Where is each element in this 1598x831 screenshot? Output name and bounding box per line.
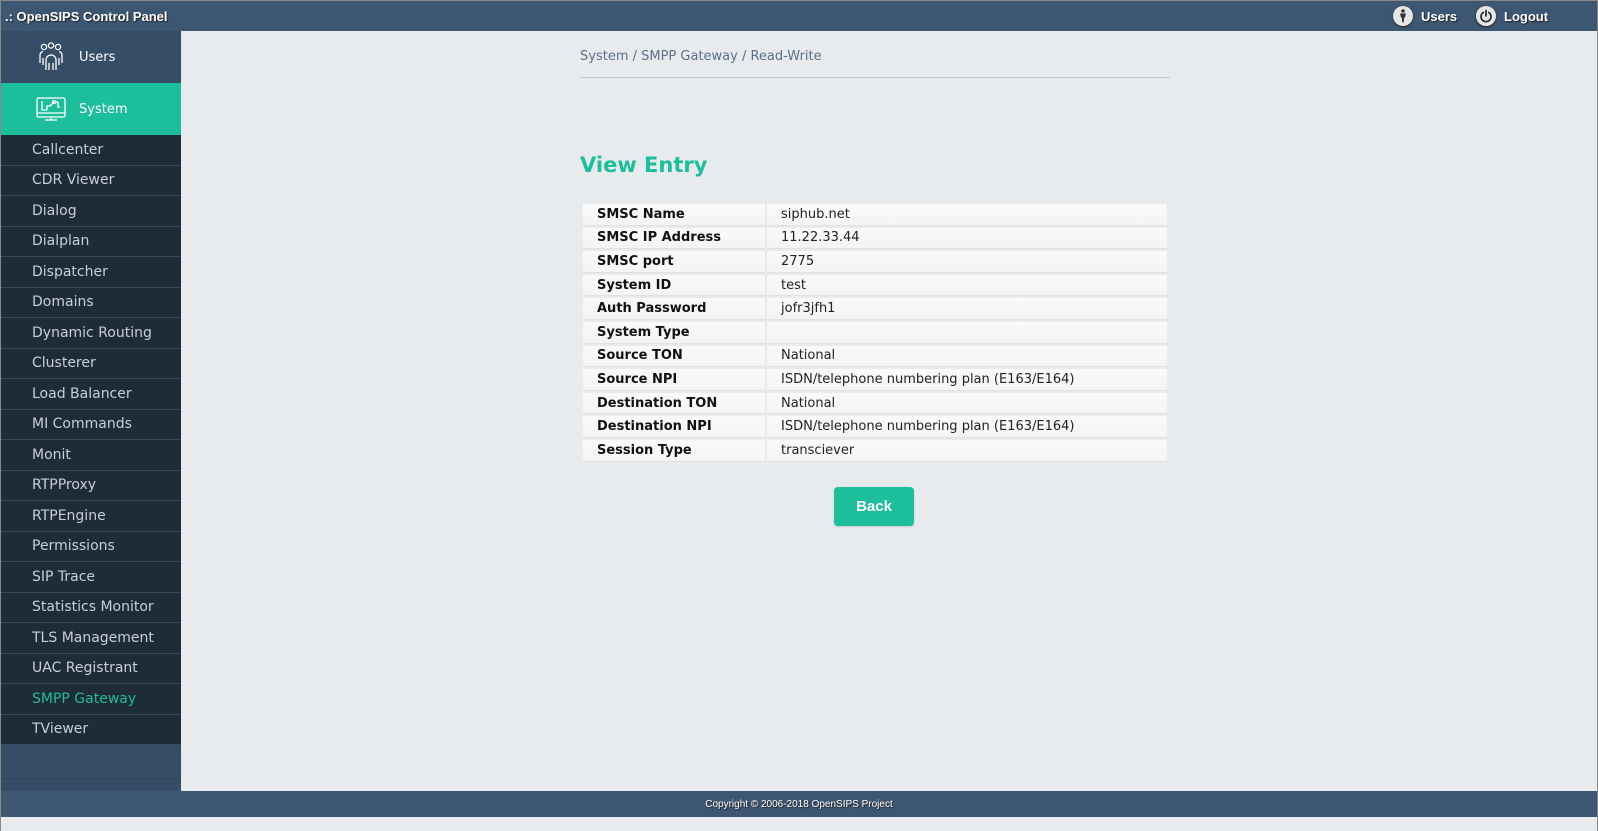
field-value: ISDN/telephone numbering plan (E163/E164… <box>767 369 1167 391</box>
field-value: 2775 <box>767 251 1167 273</box>
table-row: SMSC IP Address 11.22.33.44 <box>583 227 1167 250</box>
field-value: ISDN/telephone numbering plan (E163/E164… <box>767 416 1167 438</box>
header-users-link[interactable]: Users <box>1393 6 1457 26</box>
sidebar-item-sip-trace[interactable]: SIP Trace <box>1 562 181 593</box>
field-value: National <box>767 345 1167 368</box>
table-row: System Type <box>583 321 1167 344</box>
field-value: National <box>767 392 1167 415</box>
field-value: jofr3jfh1 <box>767 298 1167 320</box>
sidebar-item-statistics-monitor[interactable]: Statistics Monitor <box>1 593 181 623</box>
sidebar-item-dispatcher[interactable]: Dispatcher <box>1 257 181 288</box>
sidebar-section-users-label: Users <box>79 49 116 65</box>
field-label: Auth Password <box>583 298 765 320</box>
page-bottom-strip <box>1 817 1597 831</box>
breadcrumb: System / SMPP Gateway / Read-Write <box>580 49 822 64</box>
table-row: System ID test <box>583 274 1167 297</box>
sidebar-item-dynamic-routing[interactable]: Dynamic Routing <box>1 318 181 349</box>
field-value: siphub.net <box>767 204 1167 226</box>
sidebar-item-domains[interactable]: Domains <box>1 288 181 318</box>
table-row: Auth Password jofr3jfh1 <box>583 298 1167 320</box>
person-icon <box>1393 6 1413 26</box>
table-row: Destination NPI ISDN/telephone numbering … <box>583 416 1167 438</box>
main-content: System / SMPP Gateway / Read-Write View … <box>181 31 1597 791</box>
sidebar-item-smpp-gateway[interactable]: SMPP Gateway <box>1 684 181 715</box>
sidebar-item-monit[interactable]: Monit <box>1 440 181 471</box>
sidebar-item-permissions[interactable]: Permissions <box>1 532 181 562</box>
logout-link[interactable]: Logout <box>1476 6 1548 26</box>
table-row: Source NPI ISDN/telephone numbering plan … <box>583 369 1167 391</box>
field-label: Destination TON <box>583 392 765 415</box>
field-label: SMSC Name <box>583 204 765 226</box>
sidebar-item-tls-management[interactable]: TLS Management <box>1 623 181 654</box>
table-row: SMSC Name siphub.net <box>583 204 1167 226</box>
header-users-label: Users <box>1421 8 1458 24</box>
sidebar-item-rtpengine[interactable]: RTPEngine <box>1 501 181 532</box>
sidebar-item-uac-registrant[interactable]: UAC Registrant <box>1 654 181 684</box>
field-label: Destination NPI <box>583 416 765 438</box>
field-label: System Type <box>583 321 765 344</box>
field-value: 11.22.33.44 <box>767 227 1167 250</box>
sidebar-item-clusterer[interactable]: Clusterer <box>1 349 181 379</box>
field-value <box>767 321 1167 344</box>
breadcrumb-divider <box>580 77 1170 78</box>
sidebar: Users System Callcenter CDR Viewer Dialo… <box>1 31 181 791</box>
app-title: .: OpenSIPS Control Panel <box>5 9 168 24</box>
copyright-text: Copyright © 2006-2018 OpenSIPS Project <box>705 799 893 810</box>
field-value: test <box>767 274 1167 297</box>
field-label: SMSC port <box>583 251 765 273</box>
field-label: Session Type <box>583 439 765 462</box>
sidebar-section-users[interactable]: Users <box>1 31 181 83</box>
sidebar-item-callcenter[interactable]: Callcenter <box>1 135 181 166</box>
top-bar: .: OpenSIPS Control Panel Users Logout <box>1 1 1597 31</box>
sidebar-section-system-label: System <box>79 101 128 117</box>
sidebar-item-cdr-viewer[interactable]: CDR Viewer <box>1 166 181 196</box>
field-label: Source TON <box>583 345 765 368</box>
back-button[interactable]: Back <box>834 487 914 526</box>
table-row: Destination TON National <box>583 392 1167 415</box>
sidebar-item-dialplan[interactable]: Dialplan <box>1 227 181 257</box>
sidebar-item-tviewer[interactable]: TViewer <box>1 715 181 745</box>
table-row: Session Type transciever <box>583 439 1167 462</box>
entry-details-table: SMSC Name siphub.net SMSC IP Address 11.22… <box>581 202 1169 464</box>
power-icon <box>1476 6 1496 26</box>
system-monitor-icon <box>29 91 73 127</box>
field-label: SMSC IP Address <box>583 227 765 250</box>
field-label: System ID <box>583 274 765 297</box>
sidebar-item-rtpproxy[interactable]: RTPProxy <box>1 471 181 501</box>
system-submenu: Callcenter CDR Viewer Dialog Dialplan Di… <box>1 135 181 745</box>
sidebar-item-dialog[interactable]: Dialog <box>1 196 181 227</box>
table-row: Source TON National <box>583 345 1167 368</box>
users-group-icon <box>29 39 73 75</box>
field-value: transciever <box>767 439 1167 462</box>
footer: Copyright © 2006-2018 OpenSIPS Project <box>1 791 1597 817</box>
sidebar-section-system[interactable]: System <box>1 83 181 135</box>
sidebar-item-mi-commands[interactable]: MI Commands <box>1 410 181 440</box>
logout-label: Logout <box>1504 8 1549 24</box>
sidebar-item-load-balancer[interactable]: Load Balancer <box>1 379 181 410</box>
field-label: Source NPI <box>583 369 765 391</box>
page-title: View Entry <box>580 153 708 177</box>
sidebar-spacer <box>1 745 181 779</box>
table-row: SMSC port 2775 <box>583 251 1167 273</box>
